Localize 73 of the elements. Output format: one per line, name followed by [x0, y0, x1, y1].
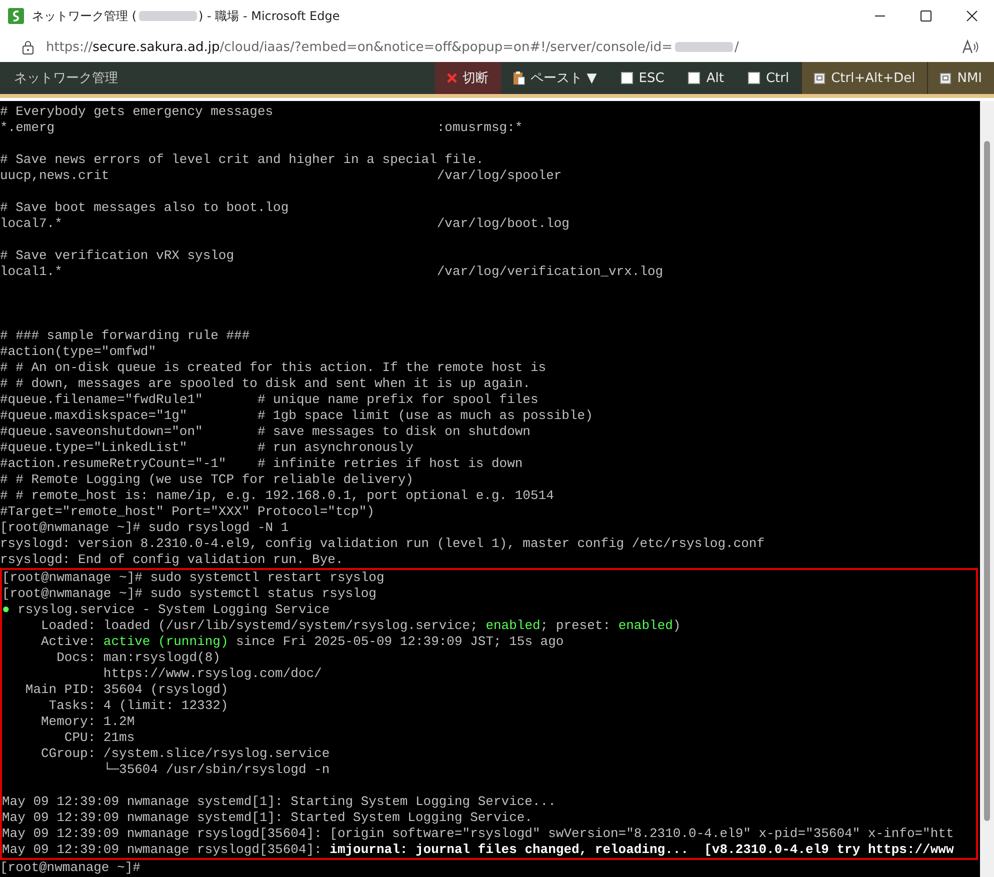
key-toggle[interactable]: Ctrl [736, 62, 802, 94]
terminal-line: CGroup: /system.slice/rsyslog.service [40, 746, 331, 762]
checkbox[interactable] [748, 72, 760, 84]
terminal-text: # save messages to disk on shutdown [257, 424, 530, 439]
key-toggle[interactable]: Alt [676, 62, 736, 94]
terminal-text: # infinite retries if host is down [257, 456, 523, 471]
terminal-text: #queue.maxdiskspace="1g" [0, 408, 188, 424]
terminal-line: CPU: 21ms [63, 730, 136, 746]
terminal-text: /var/log/boot.log [436, 216, 570, 231]
terminal-line: May 09 12:39:09 nwmanage rsyslogd[35604]: imjournal: journal files changed, reloading... [v8.2310.0-4.el9 try https://www [2, 842, 955, 858]
terminal-text: uucp,news.crit [0, 168, 110, 184]
lock-icon [22, 40, 34, 54]
terminal-line: [root@nwmanage ~]# sudo rsyslogd -N 1 [0, 520, 290, 536]
terminal-line: # Save verification vRX syslog [0, 248, 236, 264]
close-icon [446, 73, 457, 83]
terminal-line: May 09 12:39:09 nwmanage systemd[1]: Started System Logging Service. [2, 810, 534, 826]
terminal-text: #queue.filename="fwdRule1" [0, 392, 204, 408]
terminal-text: local7.* [0, 216, 64, 232]
terminal-line: # # remote_host is: name/ip, e.g. 192.168.0.1, port optional e.g. 10514 [0, 488, 555, 504]
terminal-line: # # down, messages are spooled to disk and sent when it is up again. [0, 376, 532, 392]
console-title: ネットワーク管理 [13, 70, 118, 87]
terminal-line: https://www.rsyslog.com/doc/ [102, 666, 323, 682]
terminal-line: Tasks: 4 (limit: 12332) [48, 698, 230, 714]
checkbox[interactable] [688, 72, 700, 84]
checkbox[interactable] [620, 72, 633, 84]
terminal-text: *.emerg [0, 120, 56, 136]
terminal-text: local1.* [0, 264, 64, 280]
terminal-line: Loaded: loaded (/usr/lib/systemd/system/rsyslog.service; enabled; preset: enabled) [40, 618, 682, 634]
terminal-line: # Save news errors of level crit and higher in a special file. [0, 152, 485, 168]
terminal-text: # run asynchronously [257, 440, 414, 455]
terminal-line: Main PID: 35604 (rsyslogd) [24, 682, 230, 698]
terminal-line: └─35604 /usr/sbin/rsyslogd -n [102, 762, 331, 778]
terminal-text: /var/log/spooler [436, 168, 562, 183]
paste-button[interactable]: ペースト ▼ [500, 62, 609, 94]
terminal-line: # ### sample forwarding rule ### [0, 328, 251, 344]
terminal-line: [root@nwmanage ~]# sudo systemctl restart rsyslog [2, 570, 386, 586]
keyboard-icon [814, 72, 826, 84]
terminal-line: # # An on-disk queue is created for this action. If the remote host is [0, 360, 548, 376]
window-title: ネットワーク管理 ( ) - 職場 - Microsoft Edge [32, 8, 340, 24]
terminal-line: rsyslogd: End of config validation run. Bye. [0, 552, 344, 568]
terminal-line: Docs: man:rsyslogd(8) [56, 650, 222, 666]
terminal-line: ● rsyslog.service - System Logging Service [2, 602, 331, 618]
read-aloud-icon[interactable] [962, 39, 980, 55]
terminal-text: #queue.saveonshutdown="on" [0, 424, 204, 440]
terminal-line: [root@nwmanage ~]# [0, 860, 142, 876]
terminal-line: Memory: 1.2M [40, 714, 136, 730]
clipboard-icon [512, 71, 525, 85]
terminal-text: #action.resumeRetryCount="-1" [0, 456, 228, 472]
terminal-line: [root@nwmanage ~]# sudo systemctl status rsyslog [2, 586, 378, 602]
terminal-line: #action(type="omfwd" [0, 344, 158, 360]
app-logo-icon [8, 8, 24, 24]
maximize-icon[interactable] [920, 10, 932, 22]
key-button[interactable]: Ctrl+Alt+Del [801, 62, 928, 94]
terminal-line: Active: active (running) since Fri 2025-05-09 12:39:09 JST; 15s ago [40, 634, 565, 650]
terminal-text: # unique name prefix for spool files [257, 392, 538, 407]
terminal-text: :omusrmsg:* [436, 120, 523, 135]
keyboard-icon [940, 72, 952, 84]
disconnect-button[interactable]: 切断 [434, 62, 501, 94]
key-toggle[interactable]: ESC [608, 62, 676, 94]
terminal-line: # # Remote Logging (we use TCP for reliable delivery) [0, 472, 414, 488]
scrollbar[interactable] [980, 101, 994, 877]
terminal-line: rsyslogd: version 8.2310.0-4.el9, config validation run (level 1), master config /etc/rsyslog.conf [0, 536, 766, 552]
terminal-line: May 09 12:39:09 nwmanage systemd[1]: Starting System Logging Service... [2, 794, 557, 810]
terminal-line: # Save boot messages also to boot.log [0, 200, 290, 216]
terminal-line: May 09 12:39:09 nwmanage rsyslogd[35604]: [origin software="rsyslogd" swVersion="8.2310.0-4.el9" x-pid="35604" x-info="htt [2, 826, 955, 842]
terminal-line: #Target="remote_host" Port="XXX" Protocol="tcp") [0, 504, 376, 520]
terminal-text: /var/log/verification_vrx.log [436, 264, 664, 279]
terminal-text: # 1gb space limit (use as much as possible) [257, 408, 593, 423]
terminal-text: #queue.type="LinkedList" [0, 440, 188, 456]
terminal-line: # Everybody gets emergency messages [0, 104, 274, 120]
key-button[interactable]: NMI [927, 62, 994, 94]
console-screen[interactable] [0, 101, 980, 877]
close-icon[interactable] [966, 10, 978, 22]
